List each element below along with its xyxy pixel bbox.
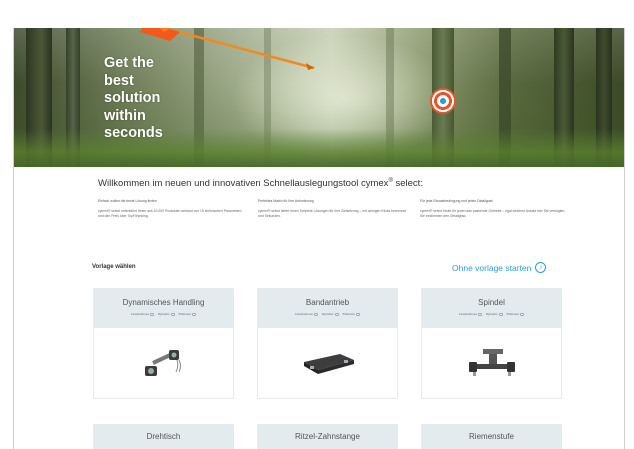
card-image	[422, 328, 561, 398]
filter-label: Präzision	[342, 312, 356, 316]
toggle-icon	[520, 312, 525, 316]
spindle-icon	[468, 349, 515, 376]
filter-label: Dynamic	[321, 312, 334, 316]
info-column-text: cymex® select unterstützt Ihnen aus 10.0…	[98, 209, 242, 218]
toggle-icon	[356, 312, 361, 316]
card-title: Ritzel-Zahnstange	[295, 432, 360, 441]
handling-mechanism-icon	[144, 350, 181, 376]
toggle-icon	[498, 312, 503, 316]
filter-option[interactable]: Linearachsen	[131, 312, 154, 316]
filter-label: Präzision	[178, 312, 192, 316]
toggle-icon	[192, 312, 197, 316]
info-column-heading: Für jede Einsatzbedingung und jeden Deta…	[420, 199, 493, 203]
welcome-heading: Willkommen im neuen und innovativen Schn…	[98, 178, 423, 189]
card-title: Drehtisch	[146, 432, 181, 441]
card-filters: Linearachsen Dynamic Präzision	[94, 312, 233, 316]
target-icon	[430, 88, 456, 114]
hero-banner: Get the best solution within seconds	[14, 28, 624, 167]
card-header: Spindel Linearachsen Dynamic Präzision	[422, 289, 561, 328]
hero-title: Get the best solution within seconds	[104, 55, 163, 141]
filter-option[interactable]: Linearachsen	[295, 312, 318, 316]
info-column-heading: Einfach wollen die beste Lösung finden	[98, 199, 157, 203]
welcome-text: Willkommen im neuen und innovativen Schn…	[98, 178, 389, 190]
start-without-template-link[interactable]: Ohne vorlage starten ›	[452, 262, 547, 273]
chevron-right-icon: ›	[535, 262, 547, 273]
card-header: Ritzel-Zahnstange	[258, 425, 397, 449]
info-column-text: cymex® select findet für jeden das passe…	[420, 209, 566, 218]
card-title: Bandantrieb	[305, 298, 350, 307]
template-card-spindel[interactable]: Spindel Linearachsen Dynamic Präzision	[421, 288, 562, 399]
page: Get the best solution within seconds Wil…	[0, 0, 634, 449]
template-section-label: Vorlage wählen	[92, 264, 136, 270]
info-column-2: Perfektes Match für Ihre Anforderung cym…	[258, 199, 408, 219]
card-filters: Linearachsen Dynamic Präzision	[422, 312, 561, 316]
info-column-text: cymex® select liefert Ihnen Schnelle Lös…	[258, 209, 407, 218]
toggle-icon	[313, 312, 318, 316]
template-card-dynamisches-handling[interactable]: Dynamisches Handling Linearachsen Dynami…	[93, 288, 234, 399]
template-card-drehtisch[interactable]: Drehtisch	[93, 424, 234, 449]
filter-label: Linearachsen	[294, 312, 313, 316]
filter-option[interactable]: Dynamic	[322, 312, 339, 316]
template-card-riemenstufe[interactable]: Riemenstufe	[421, 424, 562, 449]
filter-option[interactable]: Präzision	[178, 312, 197, 316]
template-card-bandantrieb[interactable]: Bandantrieb Linearachsen Dynamic Präzisi…	[257, 288, 398, 399]
card-header: Riemenstufe	[422, 425, 561, 449]
filter-option[interactable]: Dynamic	[158, 312, 175, 316]
filter-option[interactable]: Dynamic	[486, 312, 503, 316]
filter-label: Präzision	[506, 312, 520, 316]
filter-label: Dynamic	[485, 312, 498, 316]
belt-drive-icon	[303, 354, 354, 374]
card-header: Drehtisch	[94, 425, 233, 449]
info-column-heading: Perfektes Match für Ihre Anforderung	[258, 199, 314, 203]
start-without-template-label: Ohne vorlage starten	[452, 262, 532, 273]
info-column-1: Einfach wollen die beste Lösung finden c…	[98, 199, 248, 219]
filter-label: Linearachsen	[130, 312, 149, 316]
card-title: Riemenstufe	[469, 432, 514, 441]
template-card-ritzel-zahnstange[interactable]: Ritzel-Zahnstange	[257, 424, 398, 449]
card-title: Dynamisches Handling	[122, 298, 205, 307]
welcome-text-suffix: select:	[392, 178, 423, 190]
toggle-icon	[477, 312, 482, 316]
filter-option[interactable]: Linearachsen	[459, 312, 482, 316]
card-image	[258, 328, 397, 398]
card-title: Spindel	[478, 298, 505, 307]
filter-option[interactable]: Präzision	[506, 312, 525, 316]
filter-label: Dynamic	[157, 312, 170, 316]
card-filters: Linearachsen Dynamic Präzision	[258, 312, 397, 316]
info-column-3: Für jede Einsatzbedingung und jeden Deta…	[420, 199, 570, 219]
filter-option[interactable]: Präzision	[342, 312, 361, 316]
toggle-icon	[170, 312, 175, 316]
card-image	[94, 328, 233, 398]
toggle-icon	[149, 312, 154, 316]
toggle-icon	[334, 312, 339, 316]
filter-label: Linearachsen	[458, 312, 477, 316]
card-header: Dynamisches Handling Linearachsen Dynami…	[94, 289, 233, 328]
card-header: Bandantrieb Linearachsen Dynamic Präzisi…	[258, 289, 397, 328]
